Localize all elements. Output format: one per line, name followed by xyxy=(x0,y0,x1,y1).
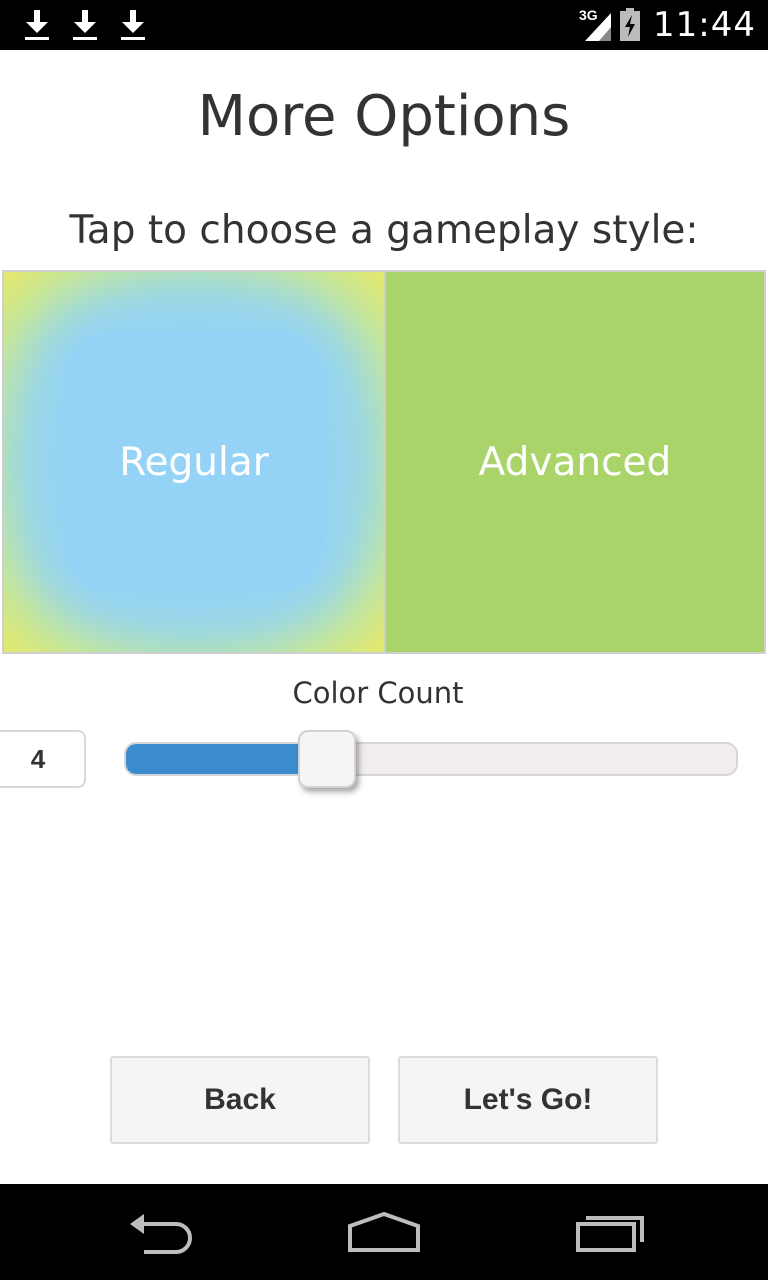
gameplay-style-selector: Regular Advanced xyxy=(2,270,766,654)
download-icon xyxy=(121,10,145,40)
advanced-style-label: Advanced xyxy=(478,439,672,485)
clock: 11:44 xyxy=(653,5,756,45)
page-title: More Options xyxy=(197,84,571,149)
regular-style-tile[interactable]: Regular xyxy=(4,272,384,652)
color-count-slider-handle[interactable] xyxy=(298,730,356,788)
home-icon[interactable] xyxy=(344,1202,424,1262)
color-count-input[interactable]: 4 xyxy=(0,730,86,788)
download-icon xyxy=(25,10,49,40)
lets-go-button[interactable]: Let's Go! xyxy=(398,1056,658,1144)
gameplay-style-prompt: Tap to choose a gameplay style: xyxy=(69,208,699,253)
recent-apps-icon[interactable] xyxy=(572,1202,652,1262)
advanced-style-tile[interactable]: Advanced xyxy=(386,272,764,652)
color-count-slider-track[interactable] xyxy=(124,742,738,776)
back-button[interactable]: Back xyxy=(110,1056,370,1144)
regular-style-label: Regular xyxy=(119,439,269,485)
battery-icon xyxy=(620,8,641,41)
navigation-bar xyxy=(0,1184,768,1280)
color-count-label: Color Count xyxy=(292,676,464,710)
status-bar: 3G 11:44 xyxy=(0,0,768,50)
signal-icon: 3G xyxy=(579,7,613,43)
back-icon[interactable] xyxy=(122,1202,202,1262)
download-icon xyxy=(73,10,97,40)
